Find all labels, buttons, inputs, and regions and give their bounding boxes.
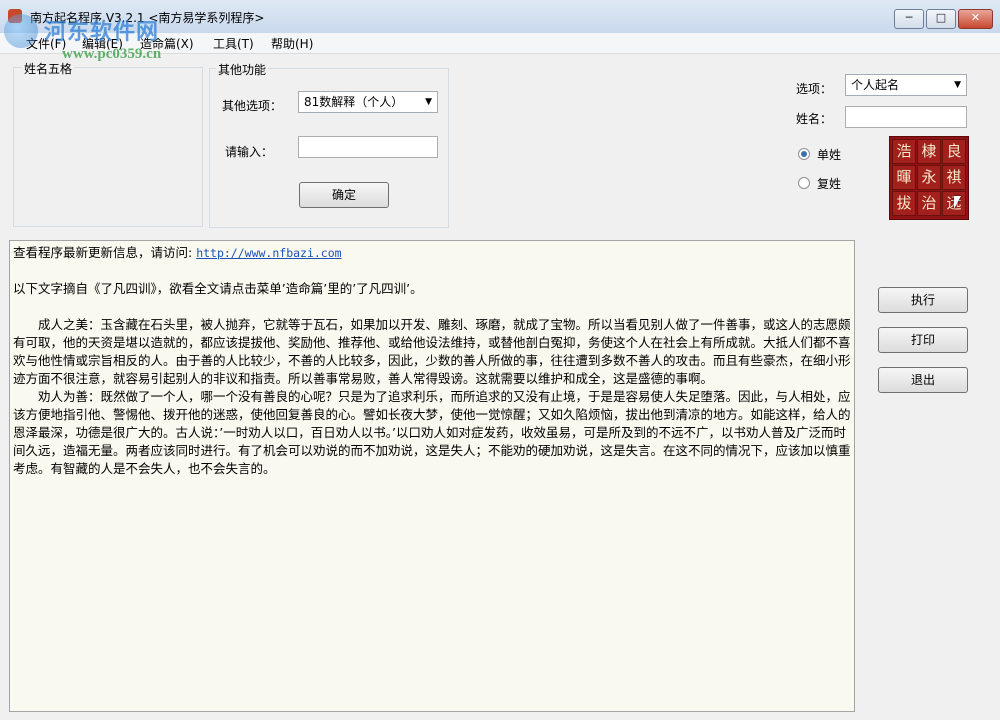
app-icon	[8, 9, 22, 23]
menu-bar: 文件(F) 编辑(E) 造命篇(X) 工具(T) 帮助(H)	[0, 33, 1000, 54]
seal-char: 暉	[892, 165, 916, 190]
seal-char: 祺	[942, 165, 966, 190]
print-button[interactable]: 打印	[878, 327, 968, 353]
other-option-select[interactable]: 81数解释（个人） ▼	[298, 91, 438, 113]
close-button[interactable]: ✕	[958, 9, 993, 29]
update-line: 查看程序最新更新信息，请访问: http://www.nfbazi.com	[13, 244, 851, 262]
minimize-button[interactable]: ─	[894, 9, 924, 29]
single-surname-label[interactable]: 单姓	[817, 146, 841, 163]
update-link[interactable]: http://www.nfbazi.com	[196, 246, 341, 260]
surname-input[interactable]	[845, 106, 967, 128]
chevron-down-icon: ▼	[954, 80, 961, 90]
maximize-button[interactable]: □	[926, 9, 956, 29]
seal-char: 治	[917, 191, 941, 216]
menu-destiny[interactable]: 造命篇(X)	[140, 35, 194, 52]
double-surname-label[interactable]: 复姓	[817, 175, 841, 192]
single-surname-radio[interactable]	[798, 148, 810, 160]
other-option-label: 其他选项：	[222, 99, 283, 113]
mouse-cursor-icon	[954, 196, 961, 209]
update-prefix: 查看程序最新更新信息，请访问:	[13, 245, 197, 260]
seal-char: 良	[942, 139, 966, 164]
chevron-down-icon: ▼	[425, 97, 432, 107]
exit-button[interactable]: 退出	[878, 367, 968, 393]
execute-button[interactable]: 执行	[878, 287, 968, 313]
naming-option-value: 个人起名	[851, 78, 900, 92]
paragraph-chengren: 成人之美：玉含藏在石头里，被人抛弃，它就等于瓦石，如果加以开发、雕刻、琢磨，就成…	[13, 317, 851, 386]
other-functions-panel: 其他功能 其他选项： 81数解释（个人） ▼ 请输入： 确定	[209, 61, 449, 228]
five-grid-panel: 姓名五格	[13, 60, 203, 227]
seal-char: 棣	[917, 139, 941, 164]
five-grid-title: 姓名五格	[22, 60, 75, 77]
menu-tools[interactable]: 工具(T)	[213, 35, 254, 52]
double-surname-radio[interactable]	[798, 177, 810, 189]
result-text-area[interactable]: 查看程序最新更新信息，请访问: http://www.nfbazi.com 以下…	[9, 240, 855, 712]
seal-char: 拔	[892, 191, 916, 216]
menu-edit[interactable]: 编辑(E)	[82, 35, 123, 52]
other-functions-title: 其他功能	[216, 61, 269, 78]
paragraph-quanren: 劝人为善：既然做了一个人，哪一个没有善良的心呢？只是为了追求利乐，而所追求的又没…	[13, 389, 851, 476]
surname-label: 姓名：	[796, 112, 833, 126]
seal-char: 浩	[892, 139, 916, 164]
menu-file[interactable]: 文件(F)	[26, 35, 66, 52]
naming-option-select[interactable]: 个人起名 ▼	[845, 74, 967, 96]
seal-char: 永	[917, 165, 941, 190]
other-input-field[interactable]	[298, 136, 438, 158]
naming-option-label: 选项：	[796, 82, 833, 96]
other-option-value: 81数解释（个人）	[304, 95, 404, 109]
intro-text: 以下文字摘自《了凡四训》，欲看全文请点击菜单’造命篇’里的’了凡四训’。	[13, 281, 423, 296]
input-label: 请输入：	[225, 145, 274, 159]
title-bar: 南方起名程序 V3.2.1 <南方易学系列程序> ─ □ ✕	[0, 0, 1000, 34]
confirm-button[interactable]: 确定	[299, 182, 389, 208]
window-title: 南方起名程序 V3.2.1 <南方易学系列程序>	[30, 11, 265, 25]
menu-help[interactable]: 帮助(H)	[271, 35, 313, 52]
